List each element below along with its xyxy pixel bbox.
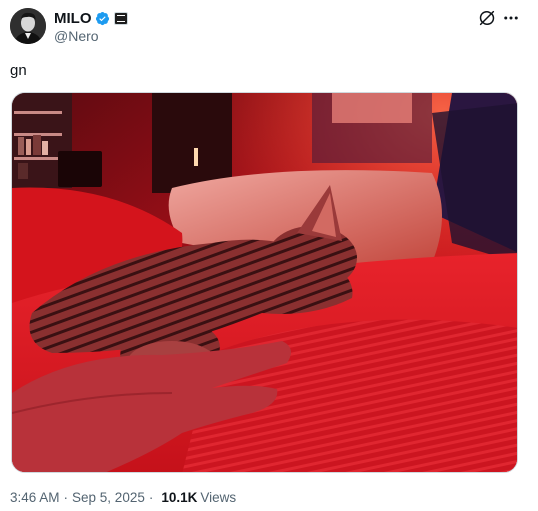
- views-count[interactable]: 10.1K: [161, 490, 197, 505]
- more-icon[interactable]: [502, 9, 520, 27]
- views-label: Views: [200, 490, 237, 505]
- tweet-date[interactable]: Sep 5, 2025: [72, 490, 145, 505]
- tweet-photo[interactable]: [11, 92, 518, 473]
- tweet-time[interactable]: 3:46 AM: [10, 490, 60, 505]
- tweet-card: MILO @Nero gn 3:46 AM · Sep 5, 2025 · 10…: [0, 0, 538, 511]
- tweet-text: gn: [10, 62, 27, 79]
- affiliate-badge-icon[interactable]: [113, 11, 128, 25]
- avatar[interactable]: [10, 8, 46, 44]
- author-name-row: MILO: [54, 9, 128, 27]
- grok-icon[interactable]: [478, 9, 496, 27]
- author-handle[interactable]: @Nero: [54, 28, 99, 44]
- tweet-meta: 3:46 AM · Sep 5, 2025 · 10.1K Views: [10, 490, 236, 505]
- display-name[interactable]: MILO: [54, 10, 92, 27]
- meta-separator: ·: [148, 490, 154, 505]
- verified-badge-icon[interactable]: [95, 11, 110, 26]
- meta-separator: ·: [63, 490, 69, 505]
